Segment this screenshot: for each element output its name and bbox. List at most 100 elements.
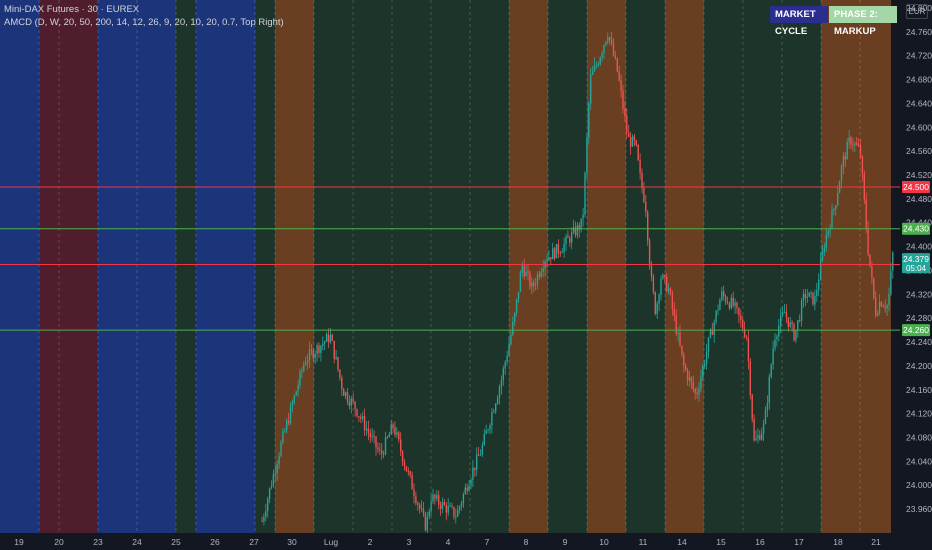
candle-body	[867, 228, 869, 255]
day-band	[509, 0, 548, 533]
candle-body	[679, 332, 681, 346]
candle-body	[664, 274, 666, 277]
candle-body	[495, 404, 497, 412]
y-tick-label: 24.720	[906, 51, 932, 61]
candle-body	[629, 137, 632, 147]
candle-body	[280, 442, 282, 456]
candle-body	[398, 432, 400, 440]
candle-body	[666, 276, 668, 292]
day-band	[255, 0, 275, 533]
candle-body	[759, 435, 761, 440]
candle-body	[654, 292, 656, 315]
candle-body	[284, 430, 286, 432]
candle-body	[728, 303, 731, 309]
candle-body	[599, 57, 601, 65]
candle-body	[407, 471, 409, 473]
candle-body	[871, 266, 873, 279]
candle-body	[789, 322, 791, 327]
candle-body	[306, 360, 309, 363]
symbol-title[interactable]: Mini-DAX Futures · 30 · EUREX	[4, 4, 139, 15]
candle-body	[318, 345, 320, 354]
candle-body	[818, 280, 820, 291]
candle-body	[683, 354, 685, 366]
candle-body	[419, 504, 421, 509]
candle-body	[538, 274, 541, 277]
x-tick-label: 23	[93, 537, 103, 547]
candle-body	[628, 132, 630, 138]
candle-body	[476, 454, 478, 470]
day-band	[176, 0, 196, 533]
indicator-title[interactable]: AMCD (D, W, 20, 50, 200, 14, 12, 26, 9, …	[4, 17, 284, 28]
candle-body	[477, 454, 480, 456]
candle-body	[512, 322, 514, 335]
candle-body	[358, 416, 360, 418]
candle-body	[299, 371, 301, 386]
candle-body	[386, 437, 389, 439]
day-band	[392, 0, 431, 533]
candle-body	[286, 420, 288, 431]
candle-body	[738, 307, 740, 316]
candle-body	[434, 494, 436, 499]
y-tick-label: 24.640	[906, 98, 932, 108]
candle-body	[641, 172, 643, 188]
candle-body	[464, 487, 466, 495]
last-price-label: 24.379	[903, 254, 929, 264]
candle-body	[859, 145, 862, 157]
candle-body	[559, 252, 561, 254]
candle-body	[529, 272, 531, 287]
y-tick-label: 24.280	[906, 313, 932, 323]
x-tick-label: 15	[716, 537, 726, 547]
candle-body	[816, 290, 818, 296]
price-chart[interactable]: 24.80024.76024.72024.68024.64024.60024.5…	[0, 0, 932, 550]
candle-body	[500, 379, 503, 388]
candle-body	[474, 467, 476, 470]
candle-body	[713, 321, 715, 335]
candle-body	[821, 251, 824, 261]
candle-body	[610, 39, 613, 44]
candle-body	[527, 271, 529, 273]
candle-body	[692, 382, 694, 389]
candle-body	[675, 315, 677, 334]
candle-body	[561, 252, 563, 254]
candle-body	[523, 265, 525, 277]
x-tick-label: 16	[755, 537, 765, 547]
currency-button[interactable]: EUR	[906, 4, 928, 19]
x-tick-label: 27	[249, 537, 259, 547]
candle-body	[350, 398, 352, 406]
candle-body	[753, 418, 755, 441]
candle-body	[607, 37, 609, 42]
candle-body	[301, 370, 303, 372]
candle-body	[379, 449, 381, 451]
candle-body	[327, 334, 330, 343]
candle-body	[381, 450, 383, 454]
candle-body	[282, 431, 284, 443]
candle-body	[331, 335, 333, 341]
candle-body	[721, 291, 723, 301]
day-band	[665, 0, 704, 533]
candle-body	[620, 80, 622, 91]
price-axis[interactable]: 24.80024.76024.72024.68024.64024.60024.5…	[900, 0, 932, 550]
candle-body	[263, 516, 265, 522]
candle-body	[542, 268, 544, 272]
candle-body	[723, 291, 725, 296]
candle-body	[614, 55, 617, 58]
candle-body	[466, 487, 468, 491]
level-price-label: 24.260	[903, 325, 929, 335]
candle-body	[576, 224, 579, 236]
candle-body	[647, 211, 649, 241]
candle-body	[441, 502, 444, 509]
candle-body	[472, 467, 474, 480]
candle-body	[774, 339, 776, 349]
candle-body	[261, 521, 263, 522]
candle-body	[356, 409, 358, 417]
candle-body	[740, 315, 742, 320]
candle-body	[265, 511, 267, 517]
candle-body	[795, 330, 797, 341]
x-tick-label: 3	[407, 537, 412, 547]
x-tick-label: 10	[599, 537, 609, 547]
candle-body	[685, 365, 687, 371]
candle-body	[569, 237, 571, 243]
candle-body	[639, 160, 641, 173]
candle-body	[415, 496, 417, 504]
time-axis[interactable]: 19 20 23 24 25 26 27 30 Lug 2 3 4 7 8 9 10 11 14 15 16 17 18 2…	[0, 533, 900, 550]
